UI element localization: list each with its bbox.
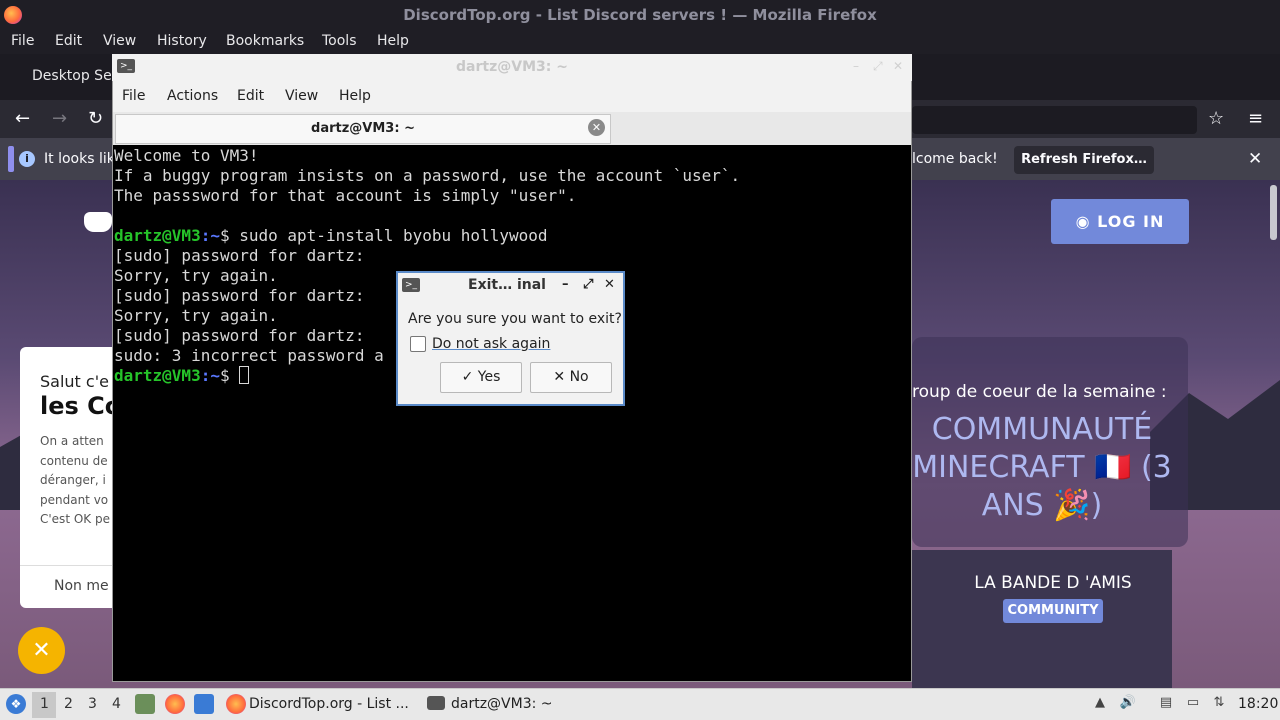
prompt-path: :~ — [200, 226, 220, 245]
back-icon[interactable]: ← — [15, 108, 30, 129]
cookie-greeting: Salut c'e — [40, 372, 109, 391]
workspace-1[interactable]: 1 — [40, 696, 49, 712]
ff-menu-history[interactable]: History — [157, 33, 207, 49]
firefox-task-icon — [226, 694, 246, 714]
prompt-path: :~ — [200, 366, 220, 385]
ff-menu-view[interactable]: View — [103, 33, 136, 49]
terminal-line: Welcome to VM3! — [114, 146, 259, 165]
workspace-3[interactable]: 3 — [88, 696, 97, 712]
firefox-titlebar: DiscordTop.org - List Discord servers ! … — [0, 0, 1280, 30]
url-bar[interactable] — [912, 106, 1197, 134]
notice-close-icon[interactable]: ✕ — [1248, 149, 1262, 169]
login-label: LOG IN — [1097, 212, 1165, 231]
prompt-symbol: $ — [219, 226, 230, 245]
prompt-user: dartz@VM3 — [114, 366, 201, 385]
cookie-decline-button[interactable]: Non me — [54, 578, 109, 594]
terminal-app-icon: >_ — [117, 59, 135, 73]
info-icon: i — [19, 151, 35, 167]
tab-close-icon[interactable]: ✕ — [588, 119, 605, 136]
terminal-titlebar[interactable]: dartz@VM3: ~ — [112, 54, 912, 81]
file-manager-launcher-icon[interactable] — [135, 694, 155, 714]
close-icon[interactable]: ✕ — [893, 59, 903, 73]
prompt-user: dartz@VM3 — [114, 226, 201, 245]
featured-title-line[interactable]: COMMUNAUTÉ — [912, 412, 1172, 447]
bookmark-star-icon[interactable]: ☆ — [1208, 108, 1224, 129]
featured-title-line[interactable]: MINECRAFT 🇫🇷 (3 — [912, 450, 1172, 485]
login-button[interactable]: ◉ LOG IN — [1051, 199, 1189, 244]
terminal-menubar: File Actions Edit View Help — [113, 81, 911, 112]
term-menu-file[interactable]: File — [122, 88, 145, 104]
task-label-firefox: DiscordTop.org - List ... — [249, 696, 409, 712]
notice-accent — [8, 146, 14, 172]
discord-icon: ◉ — [1075, 212, 1098, 231]
cookie-divider — [20, 565, 120, 566]
community-badge: COMMUNITY — [1003, 599, 1103, 623]
cookie-text-line: C'est OK pe — [40, 512, 110, 526]
cookie-text-line: pendant vo — [40, 493, 109, 507]
featured-subtitle: roup de coeur de la semaine : — [912, 382, 1167, 402]
ff-menu-help[interactable]: Help — [377, 33, 409, 49]
terminal-command-line: dartz@VM3:~$ sudo apt-install byobu holl… — [114, 226, 740, 246]
dialog-maximize-icon[interactable]: ⤢ — [583, 277, 593, 292]
prompt-symbol: $ — [219, 366, 230, 385]
dialog-minimize-icon[interactable]: – — [562, 277, 569, 292]
notice-text-left: It looks lik — [44, 151, 115, 167]
close-bubble-button[interactable]: ✕ — [18, 627, 65, 674]
terminal-task-icon — [427, 696, 445, 710]
minimize-icon[interactable]: – — [853, 59, 859, 73]
tray-up-arrow-icon[interactable]: ▲ — [1091, 694, 1109, 712]
clipboard-icon[interactable]: ▤ — [1157, 694, 1175, 712]
command-text: sudo apt-install byobu hollywood — [229, 226, 548, 245]
terminal-line: [sudo] password for dartz: — [114, 246, 365, 265]
term-menu-edit[interactable]: Edit — [237, 88, 264, 104]
hamburger-menu-icon[interactable]: ≡ — [1248, 108, 1263, 129]
cookie-text-line: contenu de — [40, 454, 108, 468]
dialog-close-icon[interactable]: ✕ — [604, 277, 615, 292]
terminal-line: The passsword for that account is simply… — [114, 186, 577, 205]
ff-menu-bookmarks[interactable]: Bookmarks — [226, 33, 304, 49]
display-icon[interactable]: ▭ — [1184, 694, 1202, 712]
clock[interactable]: 18:20 — [1238, 696, 1278, 712]
notice-text-right: lcome back! — [912, 151, 998, 167]
network-icon[interactable]: ⇅ — [1210, 694, 1228, 712]
reload-icon[interactable]: ↻ — [88, 108, 103, 129]
term-menu-view[interactable]: View — [285, 88, 318, 104]
desktop-launcher-icon[interactable] — [194, 694, 214, 714]
terminal-tab[interactable]: dartz@VM3: ~ — [115, 114, 611, 144]
terminal-line: If a buggy program insists on a password… — [114, 166, 741, 185]
firefox-logo-icon — [4, 6, 22, 24]
cookie-text-line: On a atten — [40, 434, 104, 448]
cookie-text-line: déranger, i — [40, 473, 106, 487]
server-name[interactable]: LA BANDE D 'AMIS — [955, 573, 1151, 593]
taskbar — [0, 688, 1280, 720]
maximize-icon[interactable]: ⤢ — [873, 59, 883, 74]
forward-icon[interactable]: → — [52, 108, 67, 129]
refresh-firefox-button[interactable]: Refresh Firefox… — [1014, 146, 1154, 174]
featured-title-line[interactable]: ANS 🎉) — [912, 488, 1172, 523]
term-menu-actions[interactable]: Actions — [167, 88, 218, 104]
terminal-cursor — [239, 366, 250, 384]
dialog-title: Exit… inal — [468, 277, 546, 293]
ff-menu-edit[interactable]: Edit — [55, 33, 82, 49]
ff-menu-tools[interactable]: Tools — [322, 33, 357, 49]
volume-icon[interactable]: 🔊 — [1119, 694, 1137, 712]
dialog-terminal-icon: >_ — [402, 278, 420, 292]
workspace-2[interactable]: 2 — [64, 696, 73, 712]
task-label-terminal: dartz@VM3: ~ — [451, 696, 553, 712]
page-scrollbar[interactable] — [1270, 185, 1277, 240]
terminal-line: ​ — [114, 206, 740, 226]
start-menu-icon[interactable]: ❖ — [6, 694, 26, 714]
no-button[interactable]: ✕ No — [530, 362, 612, 393]
do-not-ask-checkbox[interactable] — [410, 336, 426, 352]
do-not-ask-label[interactable]: Do not ask again — [432, 336, 550, 352]
discord-logo-icon[interactable] — [84, 212, 112, 232]
dialog-question: Are you sure you want to exit? — [408, 311, 622, 327]
yes-button[interactable]: ✓ Yes — [440, 362, 522, 393]
cookie-title: les Co — [40, 392, 122, 420]
ff-menu-file[interactable]: File — [11, 33, 34, 49]
term-menu-help[interactable]: Help — [339, 88, 371, 104]
firefox-menubar: File Edit View History Bookmarks Tools H… — [0, 30, 1280, 54]
workspace-4[interactable]: 4 — [112, 696, 121, 712]
firefox-launcher-icon[interactable] — [165, 694, 185, 714]
